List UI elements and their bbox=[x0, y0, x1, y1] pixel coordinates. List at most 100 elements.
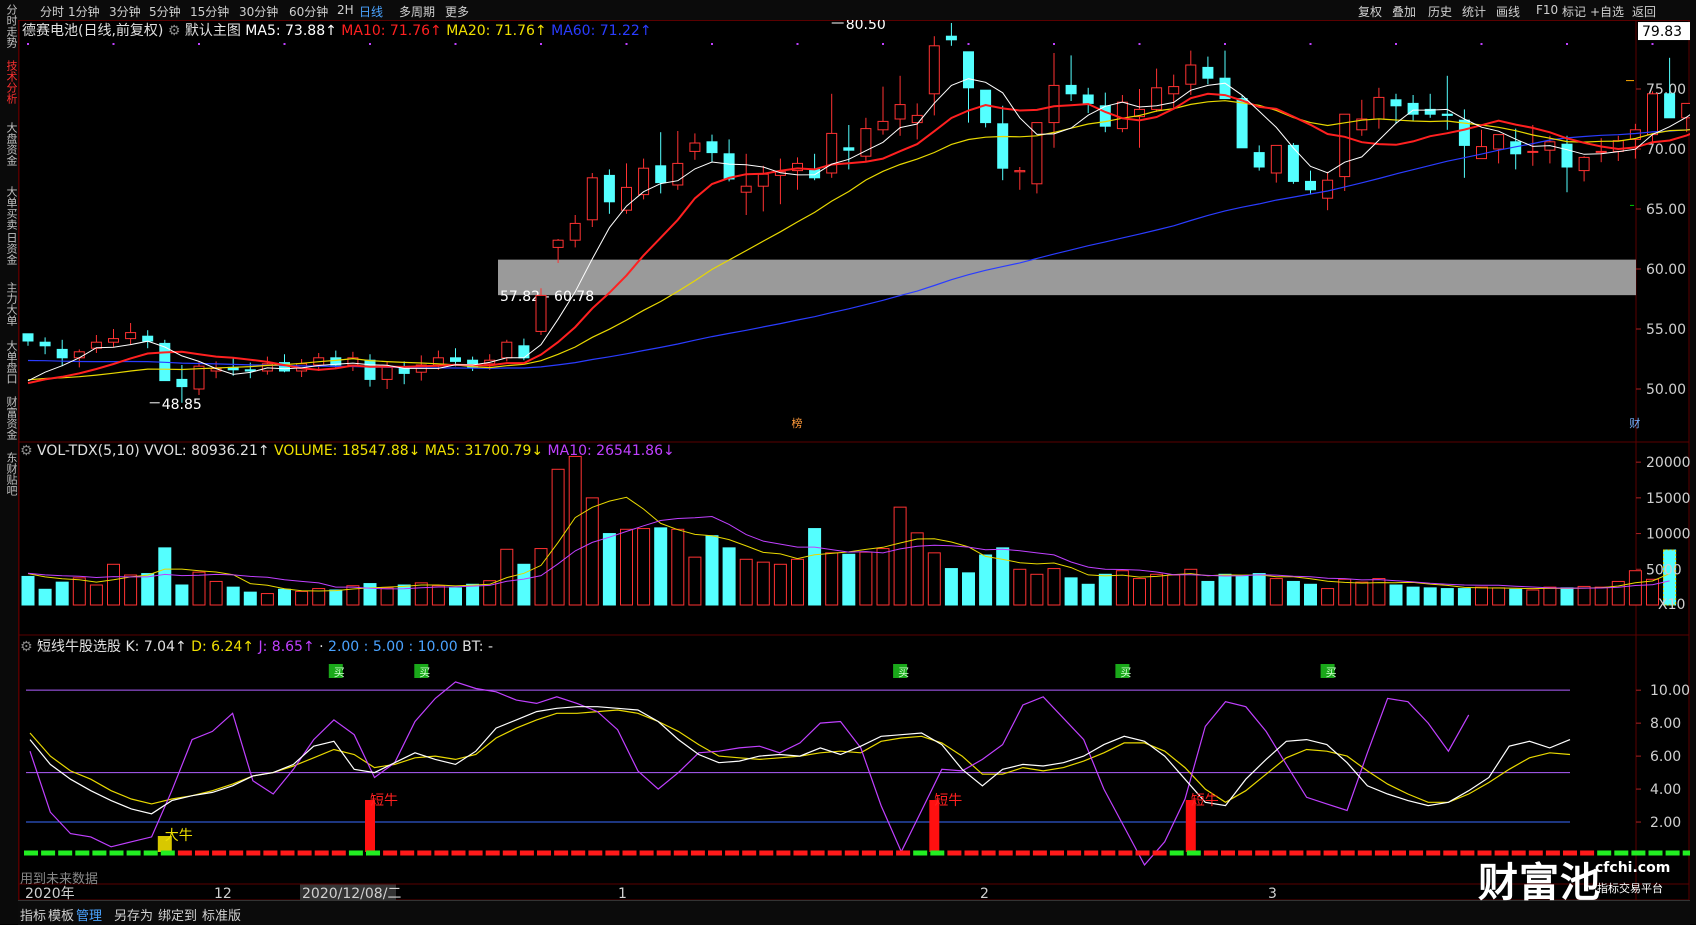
volume-bar bbox=[688, 556, 702, 606]
volume-bar bbox=[1628, 570, 1642, 606]
volume-bar bbox=[705, 535, 719, 606]
candle-body bbox=[1647, 93, 1658, 136]
candle-body bbox=[1185, 64, 1197, 85]
left-tab-2[interactable]: 大盘资金 bbox=[1, 122, 18, 166]
vol-volume: VOLUME: 18547.88↓ bbox=[274, 443, 421, 459]
buy-signal-label: 买 bbox=[1326, 666, 1337, 679]
toolbar-button-8[interactable]: 返回 bbox=[1632, 3, 1656, 20]
volume-bar bbox=[243, 591, 257, 606]
x-axis-label: 1 bbox=[618, 886, 627, 900]
right-scroll-strip bbox=[1690, 0, 1696, 924]
candle-body bbox=[1305, 180, 1316, 191]
period-tab-2[interactable]: 3分钟 bbox=[109, 3, 141, 20]
indicator-tick-label: 10.00 bbox=[1650, 683, 1690, 699]
toolbar-button-7[interactable]: +自选 bbox=[1590, 3, 1624, 20]
toolbar-button-2[interactable]: 历史 bbox=[1428, 3, 1452, 20]
ind-d: D: 6.24↑ bbox=[191, 639, 255, 655]
left-tab-1[interactable]: 技术分析 bbox=[1, 60, 18, 104]
period-tab-0[interactable]: 分时 bbox=[40, 3, 64, 20]
volume-bar bbox=[1286, 580, 1300, 606]
low-label: 48.85 bbox=[162, 397, 202, 413]
toolbar-button-6[interactable]: 标记 bbox=[1562, 3, 1586, 20]
settings-icon[interactable]: ⚙ bbox=[20, 639, 33, 655]
bottom-tab-0[interactable]: 指标 bbox=[20, 905, 46, 924]
volume-bar bbox=[124, 574, 138, 606]
toolbar-button-5[interactable]: F10 bbox=[1536, 3, 1558, 17]
left-tab-7[interactable]: 财富资金 bbox=[1, 396, 18, 440]
bottom-tab-2[interactable]: 管理 bbox=[76, 905, 102, 924]
candle-body bbox=[723, 153, 735, 180]
volume-bar bbox=[158, 547, 172, 606]
period-tab-7[interactable]: 2H bbox=[337, 3, 354, 17]
volume-bar bbox=[380, 587, 394, 606]
ind-k: K: 7.04↑ bbox=[125, 639, 187, 655]
period-tab-4[interactable]: 15分钟 bbox=[190, 3, 229, 20]
period-tab-10[interactable]: 更多 bbox=[445, 3, 469, 20]
volume-bar bbox=[996, 547, 1010, 606]
volume-bar bbox=[910, 532, 924, 606]
volume-tick-label: 5000 bbox=[1646, 562, 1682, 578]
marker-bang[interactable]: 榜 bbox=[792, 416, 803, 430]
candle-body bbox=[1014, 170, 1026, 173]
price-tick-label: 60.00 bbox=[1646, 262, 1686, 278]
period-tab-8[interactable]: 日线 bbox=[359, 3, 383, 20]
candle-body bbox=[1493, 134, 1505, 150]
logo-main: 财富池 bbox=[1478, 860, 1601, 906]
toolbar-button-4[interactable]: 画线 bbox=[1496, 3, 1520, 20]
volume-bar bbox=[175, 584, 189, 606]
candle-body bbox=[1253, 152, 1265, 168]
volume-unit-label: X10 bbox=[1658, 597, 1685, 613]
marker-cai[interactable]: 财 bbox=[1629, 416, 1640, 430]
settings-icon[interactable]: ⚙ bbox=[20, 443, 33, 459]
indicator-panel-frame bbox=[18, 634, 1690, 900]
left-side-tabs: 分时走势技术分析大盘资金大单买卖日资金主力大单大单盘口财富资金东财贴吧 bbox=[0, 0, 19, 924]
top-toolbar: 分时 1分钟 3分钟 5分钟 15分钟 30分钟 60分钟 2H 日线 多周期 更多 复权 叠加 历史 统计… bbox=[18, 0, 1690, 21]
period-tab-1[interactable]: 1分钟 bbox=[68, 3, 100, 20]
bottom-tab-1[interactable]: 模板 bbox=[48, 905, 74, 924]
bottom-tab-3[interactable]: 另存为 bbox=[114, 905, 153, 924]
left-tab-8[interactable]: 东财贴吧 bbox=[1, 452, 18, 496]
candle-body bbox=[1390, 99, 1402, 107]
volume-bar bbox=[1133, 578, 1146, 606]
volume-bar bbox=[295, 590, 309, 606]
volume-bar bbox=[1030, 573, 1044, 606]
volume-bar bbox=[1269, 578, 1283, 606]
left-tab-6[interactable]: 大单盘口 bbox=[1, 340, 18, 384]
volume-bar bbox=[773, 563, 787, 606]
candle-body bbox=[569, 222, 581, 241]
volume-bar bbox=[1013, 568, 1027, 606]
period-tab-6[interactable]: 60分钟 bbox=[289, 3, 328, 20]
period-tab-9[interactable]: 多周期 bbox=[399, 3, 435, 20]
candle-body bbox=[1595, 150, 1607, 153]
top-dot-marker bbox=[796, 43, 799, 45]
volume-bar bbox=[1475, 586, 1488, 606]
volume-bar bbox=[620, 528, 633, 606]
template-name[interactable]: 默认主图 bbox=[185, 23, 241, 39]
toolbar-button-1[interactable]: 叠加 bbox=[1392, 3, 1416, 20]
ind-j: J: 8.65↑ bbox=[258, 639, 315, 655]
left-tab-0[interactable]: 分时走势 bbox=[1, 4, 18, 48]
top-dot-marker bbox=[1651, 43, 1654, 45]
period-tab-3[interactable]: 5分钟 bbox=[149, 3, 181, 20]
chart-canvas[interactable]: 57.82 - 60.7875.0070.0065.0060.0055.0050… bbox=[18, 20, 1690, 900]
bottom-tab-4[interactable]: 绑定到 bbox=[158, 905, 197, 924]
ma60-line bbox=[27, 128, 1690, 369]
volume-bar bbox=[756, 561, 770, 606]
period-tab-5[interactable]: 30分钟 bbox=[239, 3, 278, 20]
top-dot-marker bbox=[369, 43, 371, 45]
left-tab-5[interactable]: 主力大单 bbox=[1, 282, 18, 326]
high-label: 80.50 bbox=[846, 20, 886, 33]
left-tab-3[interactable]: 大单买卖 bbox=[1, 186, 18, 230]
settings-icon[interactable]: ⚙ bbox=[168, 23, 181, 39]
volume-bar bbox=[671, 528, 685, 606]
bottom-tab-5[interactable]: 标准版 bbox=[202, 905, 241, 924]
big-bull-label: 大牛 bbox=[165, 828, 193, 844]
left-tab-4[interactable]: 日资金 bbox=[1, 232, 18, 265]
volume-bar bbox=[1321, 588, 1335, 606]
volume-bar bbox=[260, 593, 274, 606]
volume-panel-frame bbox=[18, 441, 1690, 636]
indicator-panel-title: ⚙ 短线牛股选股 K: 7.04↑ D: 6.24↑ J: 8.65↑ · 2.… bbox=[20, 639, 494, 655]
toolbar-button-0[interactable]: 复权 bbox=[1358, 3, 1382, 20]
toolbar-button-3[interactable]: 统计 bbox=[1462, 3, 1486, 20]
volume-bar bbox=[602, 533, 616, 606]
